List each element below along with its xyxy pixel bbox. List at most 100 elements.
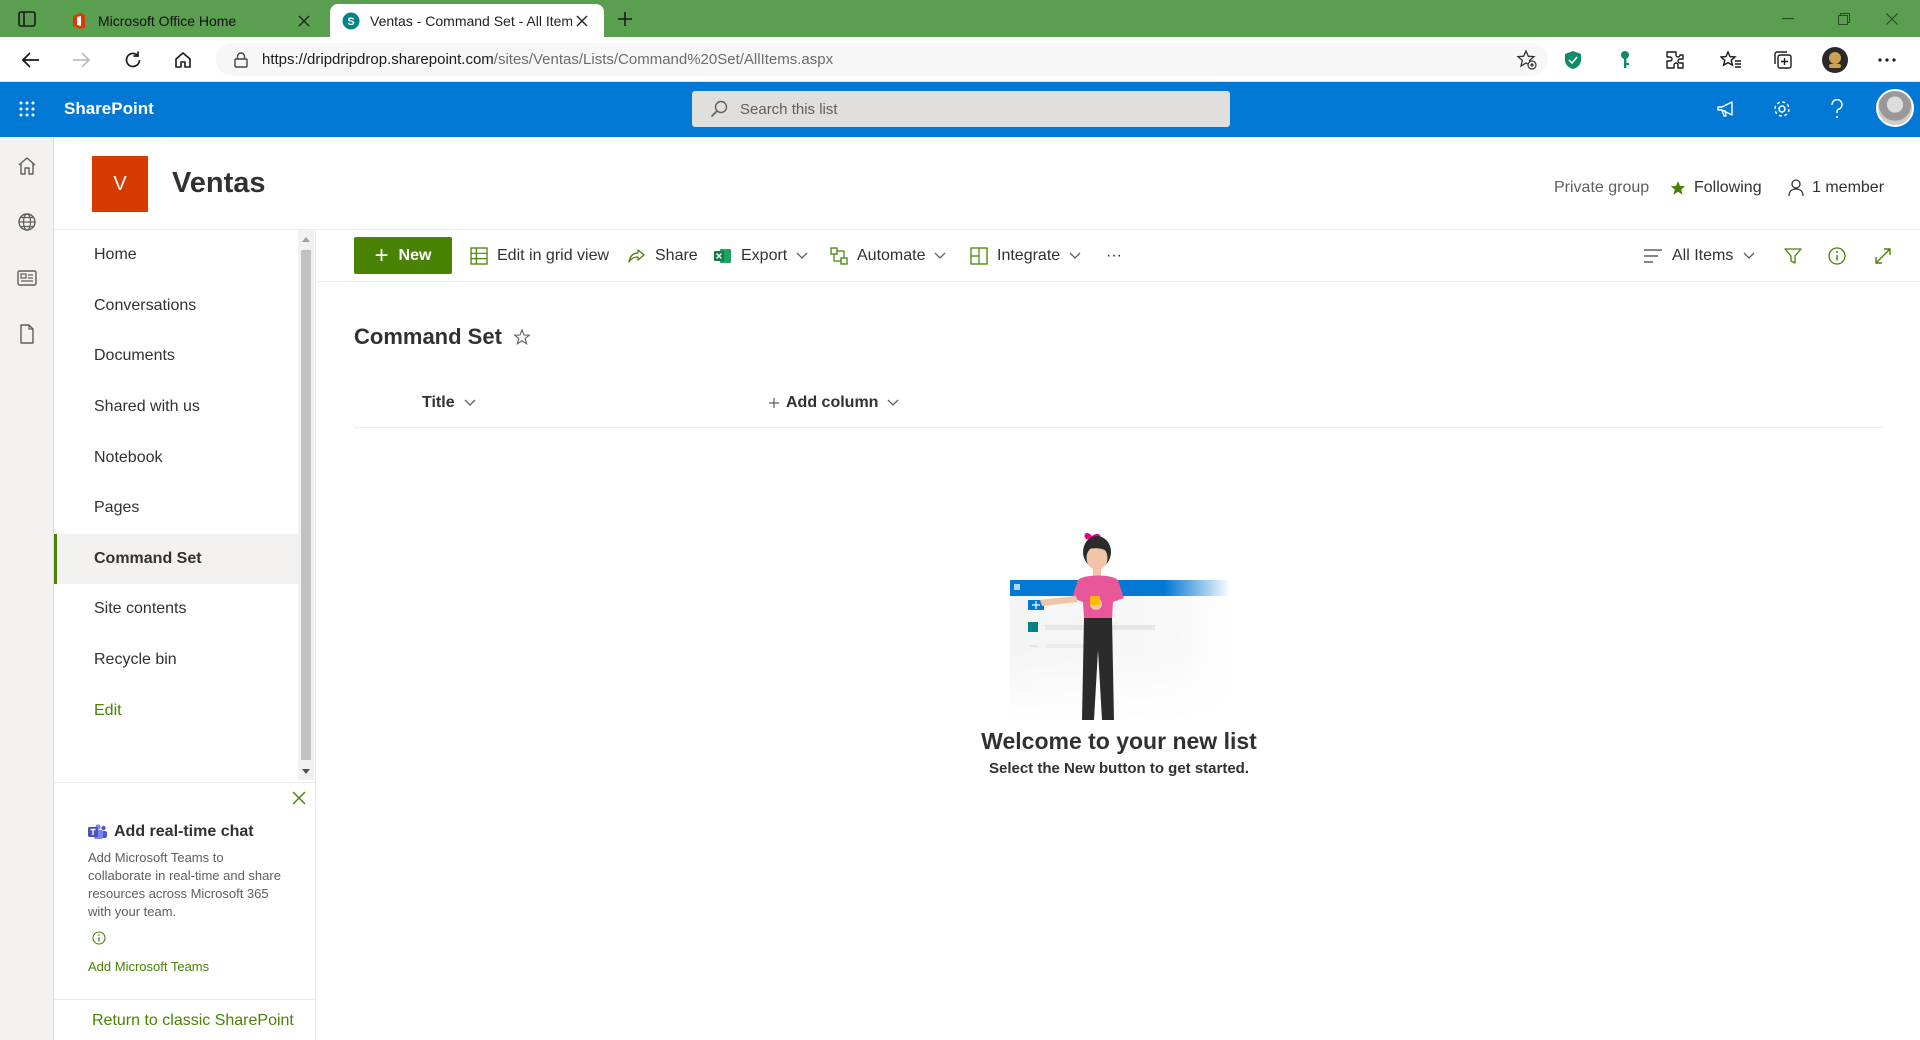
back-button[interactable]	[16, 45, 46, 75]
favorites-icon[interactable]	[1716, 45, 1746, 75]
automate-label: Automate	[857, 247, 926, 264]
follow-label: Following	[1694, 179, 1762, 196]
filter-icon[interactable]	[1784, 242, 1802, 270]
tab-command-set[interactable]: S Ventas - Command Set - All Items	[330, 4, 604, 37]
nav-scrollbar[interactable]	[298, 230, 314, 780]
integrate-label: Integrate	[997, 247, 1061, 264]
address-bar[interactable]: https://dripdripdrop.sharepoint.com/site…	[216, 43, 1548, 76]
search-input[interactable]	[740, 100, 1180, 118]
follow-button[interactable]: Following	[1670, 179, 1762, 197]
chevron-down-icon	[796, 252, 808, 260]
collections-icon[interactable]	[1768, 45, 1798, 75]
scroll-down-icon[interactable]	[301, 766, 311, 776]
home-button[interactable]	[168, 45, 198, 75]
megaphone-icon[interactable]	[1710, 92, 1744, 126]
gear-icon[interactable]	[1765, 92, 1799, 126]
scroll-up-icon[interactable]	[301, 234, 311, 244]
chevron-down-icon	[934, 252, 946, 260]
nav-list: Home Conversations Documents Shared with…	[54, 230, 298, 736]
share-icon	[628, 247, 646, 265]
expand-icon[interactable]	[1874, 242, 1892, 270]
edit-grid-view-button[interactable]: Edit in grid view	[470, 242, 609, 270]
user-avatar[interactable]	[1876, 89, 1914, 127]
chevron-down-icon	[1069, 252, 1081, 260]
profile-avatar[interactable]	[1820, 45, 1850, 75]
new-label: New	[398, 246, 432, 264]
globe-icon[interactable]	[12, 207, 42, 237]
close-icon[interactable]	[572, 11, 592, 31]
news-icon[interactable]	[12, 263, 42, 293]
app-bar	[0, 137, 54, 1040]
command-bar: + New Edit in grid view Share Export Aut…	[316, 230, 1920, 282]
new-tab-button[interactable]	[612, 8, 638, 30]
chevron-down-icon	[887, 399, 899, 407]
info-icon[interactable]	[92, 931, 106, 945]
star-outline-icon[interactable]	[513, 329, 530, 345]
list-view-icon	[1644, 249, 1662, 263]
nav-item-shared-with-us[interactable]: Shared with us	[54, 382, 298, 433]
tab-actions-button[interactable]	[14, 8, 40, 30]
empty-state-subtitle: Select the New button to get started.	[988, 760, 1250, 777]
office-icon	[70, 12, 88, 30]
integrate-button[interactable]: Integrate	[970, 242, 1081, 270]
export-button[interactable]: Export	[714, 242, 808, 270]
share-button[interactable]: Share	[628, 242, 698, 270]
tab-title: Microsoft Office Home	[98, 12, 237, 29]
teams-icon	[88, 824, 108, 840]
site-title[interactable]: Ventas	[172, 167, 266, 200]
add-favorite-icon[interactable]	[1516, 49, 1538, 71]
members-button[interactable]: 1 member	[1788, 179, 1884, 197]
more-commands-button[interactable]: ···	[1106, 242, 1122, 270]
automate-button[interactable]: Automate	[830, 242, 946, 270]
empty-state-title: Welcome to your new list	[981, 728, 1257, 754]
chevron-down-icon	[1743, 252, 1755, 259]
settings-more-icon[interactable]	[1872, 45, 1902, 75]
nav-item-pages[interactable]: Pages	[54, 483, 298, 534]
minimize-button[interactable]	[1760, 0, 1816, 37]
add-teams-link[interactable]: Add Microsoft Teams	[88, 959, 209, 974]
return-classic-link[interactable]: Return to classic SharePoint	[92, 1012, 294, 1030]
nav-item-command-set[interactable]: Command Set	[54, 533, 298, 585]
info-icon[interactable]	[1828, 242, 1846, 270]
home-icon[interactable]	[12, 151, 42, 181]
new-button[interactable]: + New	[354, 237, 452, 274]
scroll-thumb[interactable]	[301, 250, 311, 760]
search-box[interactable]	[692, 91, 1230, 127]
app-launcher-icon[interactable]	[10, 92, 44, 126]
help-icon[interactable]	[1820, 92, 1854, 126]
forward-button[interactable]	[66, 45, 96, 75]
sharepoint-brand[interactable]: SharePoint	[64, 99, 154, 119]
nav-edit-link[interactable]: Edit	[54, 685, 298, 736]
edit-grid-label: Edit in grid view	[497, 247, 610, 264]
view-label: All Items	[1672, 247, 1734, 264]
files-icon[interactable]	[12, 319, 42, 349]
shield-extension-icon[interactable]	[1558, 45, 1588, 75]
column-header-title[interactable]: Title	[422, 394, 476, 412]
browser-tab-bar: Microsoft Office Home S Ventas - Command…	[0, 0, 1920, 37]
tab-office-home[interactable]: Microsoft Office Home	[58, 4, 326, 37]
site-logo[interactable]: V	[92, 156, 148, 212]
close-icon[interactable]	[294, 11, 314, 31]
view-switcher[interactable]: All Items	[1644, 242, 1755, 270]
sharepoint-icon: S	[342, 12, 360, 30]
nav-item-documents[interactable]: Documents	[54, 331, 298, 382]
extensions-icon[interactable]	[1660, 45, 1690, 75]
nav-item-conversations[interactable]: Conversations	[54, 281, 298, 332]
star-filled-icon	[1670, 181, 1686, 195]
nav-item-home[interactable]: Home	[54, 230, 298, 281]
nav-item-notebook[interactable]: Notebook	[54, 432, 298, 483]
nav-item-recycle-bin[interactable]: Recycle bin	[54, 635, 298, 686]
list-title-text: Command Set	[354, 324, 502, 349]
plus-icon	[769, 398, 779, 408]
close-window-button[interactable]	[1864, 0, 1920, 37]
grid-icon	[470, 247, 488, 265]
nav-item-site-contents[interactable]: Site contents	[54, 584, 298, 635]
refresh-button[interactable]	[118, 45, 148, 75]
close-icon[interactable]	[292, 791, 306, 805]
list-title: Command Set	[354, 324, 530, 350]
key-extension-icon[interactable]	[1610, 45, 1640, 75]
column-headers: Title Add column	[354, 384, 1884, 428]
teams-promo-card: Add real-time chat Add Microsoft Teams t…	[54, 782, 316, 1000]
svg-text:S: S	[347, 16, 354, 28]
add-column-button[interactable]: Add column	[768, 394, 899, 412]
